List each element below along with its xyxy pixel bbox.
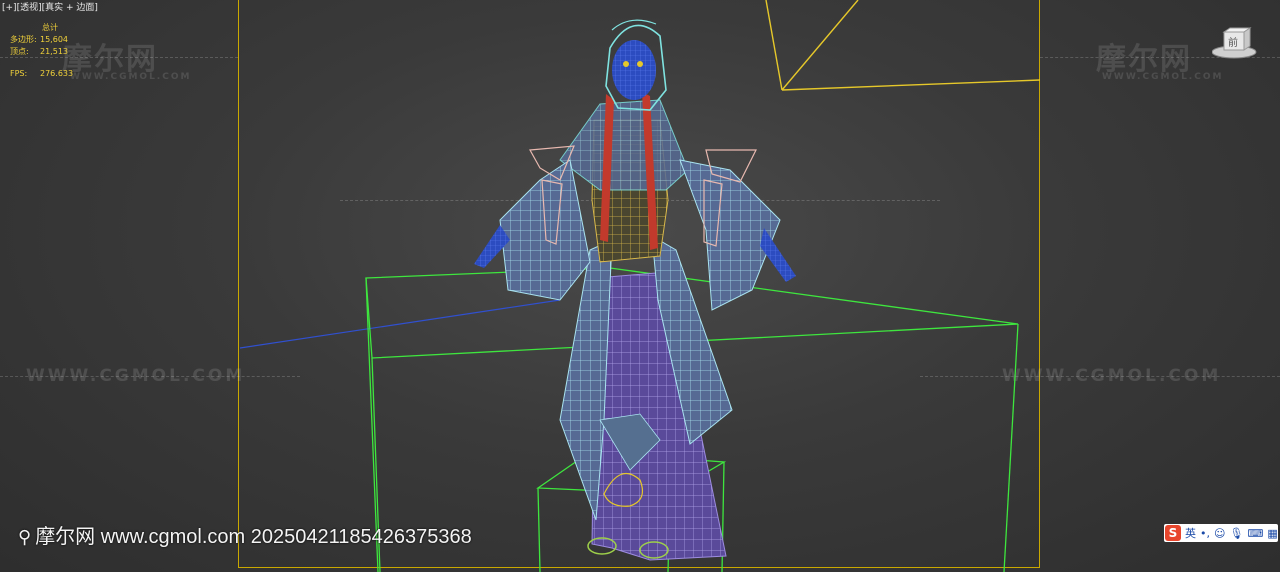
bottom-watermark: ⚲ 摩尔网 www.cgmol.com 20250421185426375368 bbox=[18, 520, 472, 549]
stats-polys-value: 15,604 bbox=[40, 35, 68, 44]
stats-polys-row: 多边形: 15,604 bbox=[10, 34, 73, 46]
ime-mode[interactable]: 英 bbox=[1185, 525, 1196, 541]
viewport-label[interactable]: [+][透视][真实 + 边面] bbox=[2, 0, 98, 13]
viewport-stats: 总计 多边形: 15,604 顶点: 21,513 FPS: 276.633 bbox=[10, 22, 73, 80]
camera-helper[interactable] bbox=[765, 0, 1041, 91]
stats-verts-label: 顶点: bbox=[10, 47, 29, 56]
stats-fps-row: FPS: 276.633 bbox=[10, 68, 73, 80]
character-model[interactable] bbox=[474, 19, 796, 561]
emoji-icon[interactable]: ☺ bbox=[1214, 527, 1225, 540]
microphone-icon[interactable]: 🎙︎ bbox=[1229, 527, 1243, 540]
person-icon: ⚲ bbox=[18, 527, 32, 547]
scene-canvas[interactable] bbox=[0, 0, 1280, 572]
axis-line bbox=[239, 299, 561, 349]
bottom-watermark-text: 摩尔网 www.cgmol.com 20250421185426375368 bbox=[35, 526, 472, 548]
stats-verts-value: 21,513 bbox=[40, 47, 68, 56]
stats-polys-label: 多边形: bbox=[10, 35, 37, 44]
viewcube-face-label: 前 bbox=[1228, 38, 1238, 49]
stats-verts-row: 顶点: 21,513 bbox=[10, 46, 73, 58]
punctuation-icon[interactable]: •, bbox=[1200, 527, 1210, 540]
keyboard-icon[interactable]: ⌨ bbox=[1247, 527, 1263, 540]
grid-icon[interactable]: ▦ bbox=[1267, 527, 1277, 540]
stats-header: 总计 bbox=[42, 23, 58, 32]
stats-fps-value: 276.633 bbox=[40, 69, 74, 78]
viewcube[interactable]: 前 bbox=[1211, 26, 1262, 60]
sogou-logo-icon[interactable]: S bbox=[1165, 525, 1181, 541]
ime-toolbar[interactable]: S 英 •, ☺ 🎙︎ ⌨ ▦ bbox=[1164, 524, 1278, 542]
stats-fps-label: FPS: bbox=[10, 69, 28, 78]
